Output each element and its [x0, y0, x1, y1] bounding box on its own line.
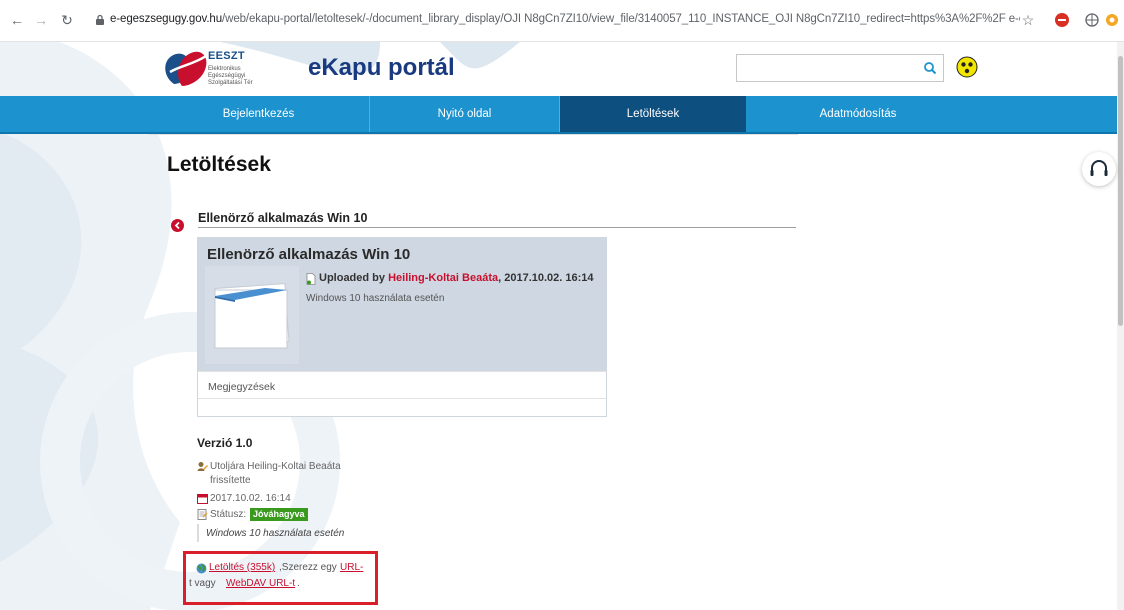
- header-divider: [148, 134, 798, 135]
- document-heading: Ellenörző alkalmazás Win 10: [198, 211, 368, 225]
- back-circle-icon[interactable]: [171, 219, 184, 232]
- scrollbar-thumb[interactable]: [1118, 56, 1123, 326]
- search-box: [736, 54, 944, 82]
- uploaded-by-label: Uploaded by: [319, 272, 386, 284]
- extension-orange-icon[interactable]: [1103, 11, 1121, 29]
- url-host: e-egeszsegugy.gov.hu: [110, 13, 223, 25]
- download-globe-icon[interactable]: [196, 563, 207, 574]
- nav-item-adatmodositas[interactable]: Adatmódosítás: [746, 96, 970, 132]
- logo-title: EESZT: [208, 50, 245, 62]
- extension-globe-icon[interactable]: [1083, 11, 1101, 29]
- status-label: Státusz:: [210, 509, 247, 520]
- nav-item-letoltesek[interactable]: Letöltések: [560, 96, 746, 132]
- accessibility-contrast-icon[interactable]: [956, 56, 978, 78]
- forward-arrow-icon[interactable]: →: [32, 11, 50, 29]
- file-thumbnail[interactable]: [205, 266, 299, 364]
- logo-line-1: Elektronikus: [208, 66, 241, 72]
- version-note: Windows 10 használata esetén: [206, 528, 345, 539]
- star-icon[interactable]: ☆: [1019, 11, 1037, 29]
- document-heading-underline: [198, 227, 796, 228]
- reload-icon[interactable]: ↻: [58, 11, 76, 29]
- status-icon: [197, 509, 208, 520]
- extension-red-icon[interactable]: [1053, 11, 1071, 29]
- download-text-1: ,Szerezz egy: [279, 562, 337, 573]
- calendar-icon: [197, 494, 208, 504]
- site-title[interactable]: eKapu portál: [308, 54, 455, 82]
- nav-item-bejelentkezes[interactable]: Bejelentkezés: [148, 96, 370, 132]
- lock-icon: [96, 14, 104, 25]
- upload-info: Uploaded by Heiling-Koltai Beaáta, 2017.…: [319, 272, 594, 284]
- headset-help-icon[interactable]: [1082, 152, 1116, 186]
- note-quote-bar: [197, 524, 199, 542]
- logo-line-2: Egészségügyi: [208, 73, 246, 79]
- file-entry-card: Ellenörző alkalmazás Win 10 Uploaded by …: [197, 237, 607, 417]
- page-title: Letöltések: [167, 153, 271, 176]
- updated-by-line-2: frissítette: [210, 475, 251, 486]
- address-bar[interactable]: e-egeszsegugy.gov.hu/web/ekapu-portal/le…: [110, 13, 1020, 25]
- status-badge: Jóváhagyva: [250, 508, 308, 521]
- url-path: /web/ekapu-portal/letoltesek/-/document_…: [222, 13, 1020, 25]
- user-update-icon: [197, 462, 208, 471]
- file-entry-header: Ellenörző alkalmazás Win 10 Uploaded by …: [198, 238, 606, 371]
- nav-item-nyito-oldal[interactable]: Nyitó oldal: [370, 96, 560, 132]
- comments-section-header[interactable]: Megjegyzések: [198, 371, 606, 399]
- version-date: 2017.10.02. 16:14: [210, 493, 291, 504]
- file-title: Ellenörző alkalmazás Win 10: [207, 246, 411, 263]
- search-input[interactable]: [737, 55, 917, 81]
- download-text-3: .: [297, 578, 300, 589]
- upload-date: , 2017.10.02. 16:14: [498, 272, 594, 284]
- file-description: Windows 10 használata esetén: [306, 293, 445, 304]
- url-link[interactable]: URL-: [340, 562, 363, 573]
- download-text-2: t vagy: [189, 578, 216, 589]
- uploader-name[interactable]: Heiling-Koltai Beaáta: [388, 272, 498, 284]
- download-link[interactable]: Letöltés (355k): [209, 562, 275, 573]
- file-upload-icon: [306, 273, 316, 285]
- document-thumbnail-icon: [214, 283, 290, 349]
- site-header: EESZT Elektronikus Egészségügyi Szolgált…: [0, 42, 1124, 96]
- version-title: Verzió 1.0: [197, 436, 253, 450]
- back-arrow-icon[interactable]: ←: [8, 11, 26, 29]
- updated-by-line-1: Utoljára Heiling-Koltai Beaáta: [210, 461, 341, 472]
- browser-toolbar: ← → ↻ e-egeszsegugy.gov.hu/web/ekapu-por…: [0, 0, 1124, 42]
- logo-line-3: Szolgáltatási Tér: [208, 80, 253, 86]
- search-icon[interactable]: [923, 61, 937, 75]
- comments-label: Megjegyzések: [208, 381, 276, 393]
- main-navigation: Bejelentkezés Nyitó oldal Letöltések Ada…: [0, 96, 1124, 134]
- webdav-link[interactable]: WebDAV URL-t: [226, 578, 295, 589]
